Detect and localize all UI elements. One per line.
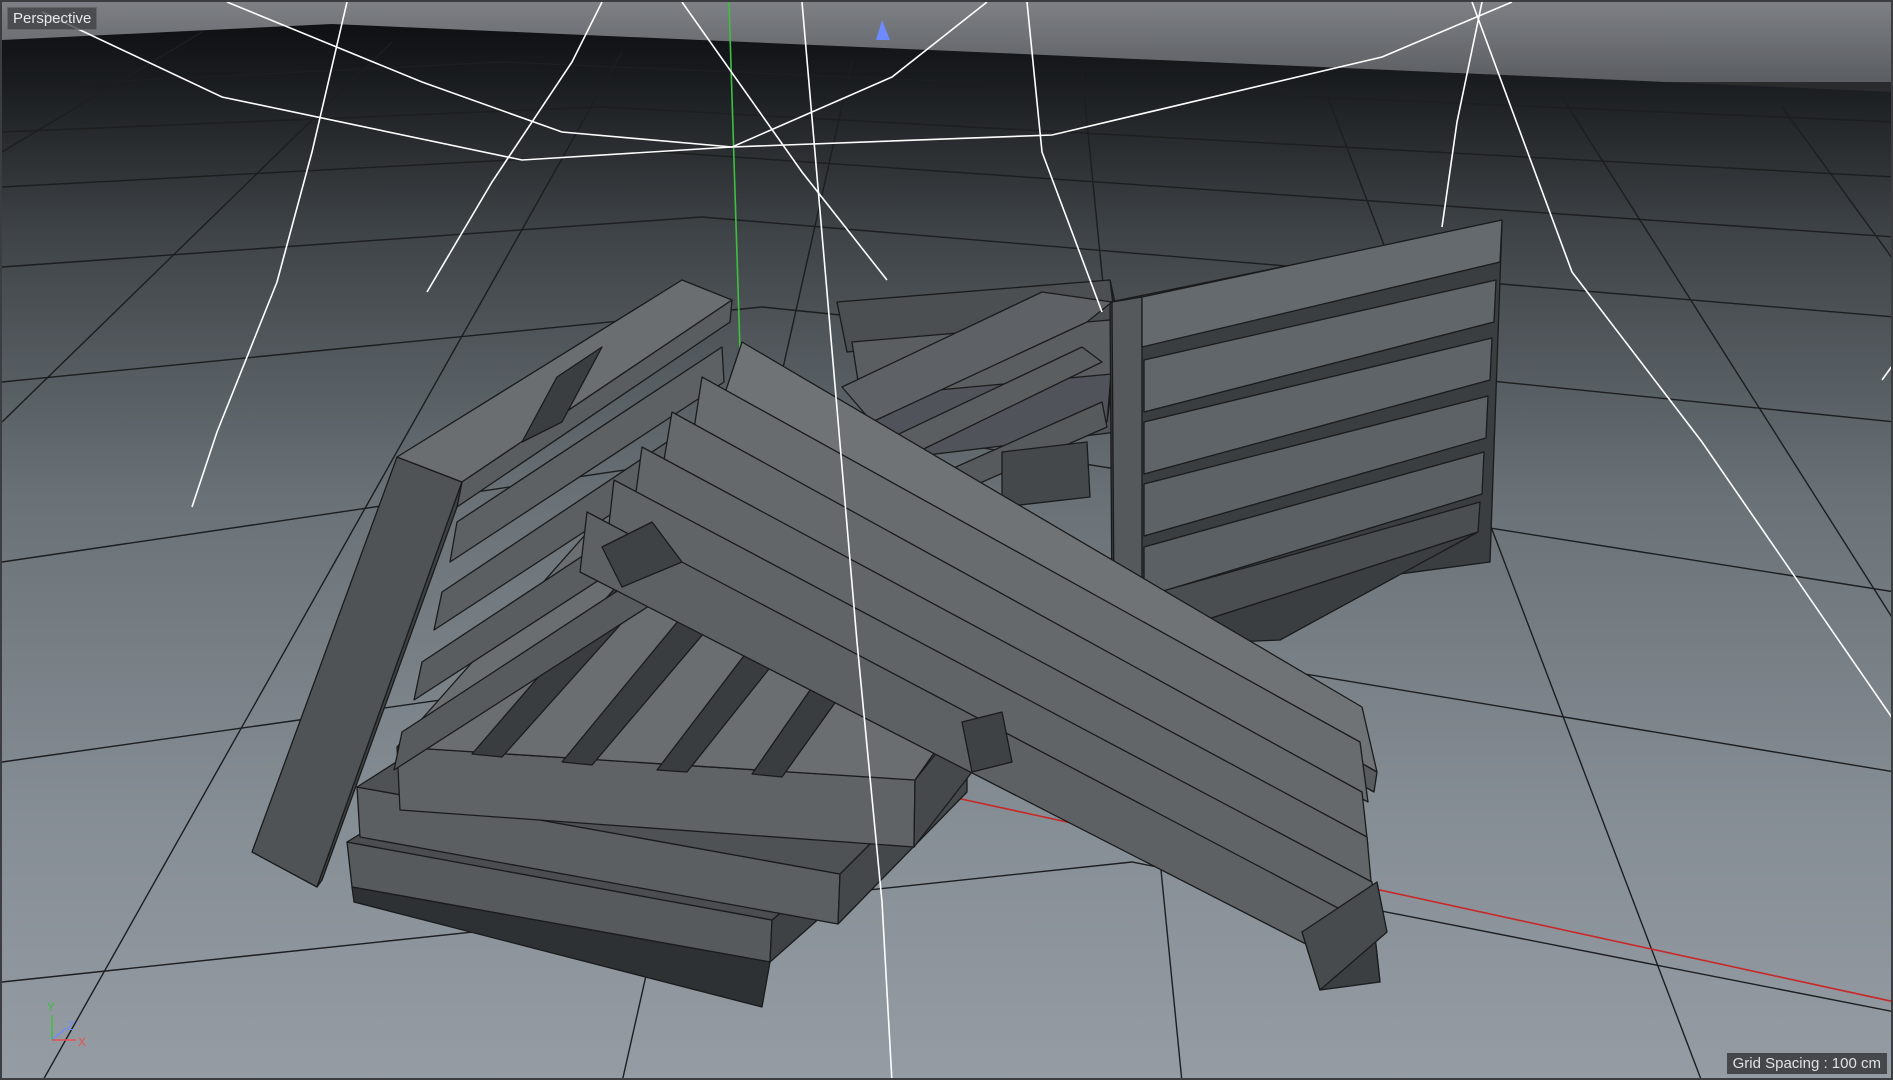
grid-spacing-readout: Grid Spacing : 100 cm <box>1726 1053 1887 1074</box>
perspective-scene[interactable] <box>2 2 1893 1080</box>
viewport-camera-label[interactable]: Perspective <box>7 7 98 30</box>
gizmo-x-label: X <box>78 1035 87 1049</box>
gizmo-z-label: Z <box>67 1019 75 1033</box>
gizmo-y-label: Y <box>47 1000 56 1014</box>
axis-gizmo: Y Z X <box>42 997 92 1057</box>
3d-viewport[interactable]: Perspective Y Z X Grid Spacing : 100 cm <box>0 0 1893 1080</box>
